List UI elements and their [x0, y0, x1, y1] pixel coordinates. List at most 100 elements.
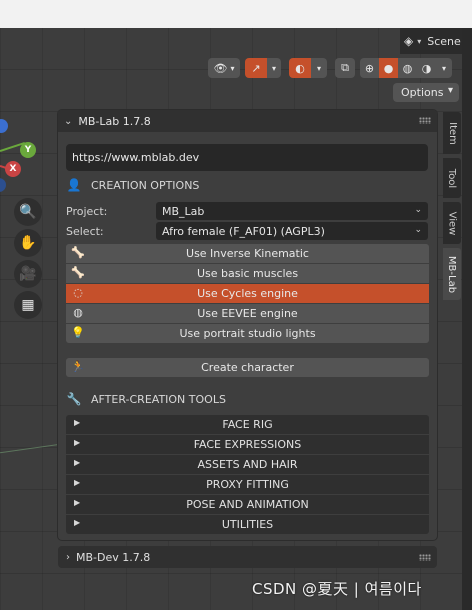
tab-view-label: View [446, 211, 458, 235]
shading-solid[interactable]: ● [379, 58, 398, 78]
select-value: Afro female (F_AF01) (AGPL3) [162, 224, 325, 238]
viewport-navigation-tools: 🔍 ✋ 🎥 ▦ [14, 198, 42, 322]
second-panel-title: MB-Dev 1.7.8 [76, 550, 151, 564]
toggle-cycles-engine[interactable]: ◌ Use Cycles engine [66, 284, 429, 303]
material-preview-icon: ◍ [402, 61, 413, 75]
ortho-toggle-button[interactable]: ▦ [14, 291, 42, 319]
rendered-icon: ◑ [421, 61, 432, 75]
gizmo-toggle[interactable]: ↗ [245, 58, 267, 78]
toggle-label: Use EEVEE engine [197, 307, 298, 320]
subpanel-pose-and-animation[interactable]: ▶ POSE AND ANIMATION [66, 495, 429, 514]
zoom-icon: 🔍 [19, 204, 37, 220]
subpanel-face-expressions[interactable]: ▶ FACE EXPRESSIONS [66, 435, 429, 454]
chevron-down-icon: ▾ [417, 36, 422, 46]
triangle-right-icon: ▶ [74, 438, 81, 447]
tab-mb-lab-label: MB-Lab [446, 255, 458, 293]
window-top-strip [0, 0, 472, 28]
project-value: MB_Lab [162, 204, 205, 218]
triangle-right-icon: ▶ [74, 478, 81, 487]
creation-options-label: CREATION OPTIONS [91, 178, 200, 192]
triangle-right-icon: ▶ [74, 418, 81, 427]
toggle-basic-muscles[interactable]: 🦴 Use basic muscles [66, 264, 429, 283]
solid-shading-icon: ● [383, 61, 394, 75]
tab-view[interactable]: View [443, 202, 461, 244]
shading-wireframe[interactable]: ⊕ [360, 58, 379, 78]
triangle-right-icon: ▶ [74, 498, 81, 507]
mbdev-panel-header[interactable]: › MB-Dev 1.7.8 [58, 546, 437, 568]
chevron-down-icon: ▾ [447, 85, 453, 96]
subpanel-face-rig[interactable]: ▶ FACE RIG [66, 415, 429, 434]
bone-icon: 🦴 [71, 246, 85, 259]
create-character-label: Create character [201, 361, 294, 374]
toggle-label: Use Inverse Kinematic [186, 247, 309, 260]
gizmo-x-label[interactable]: X [5, 161, 21, 177]
chevron-down-icon: ▾ [316, 63, 321, 73]
pan-button[interactable]: ✋ [14, 229, 42, 257]
chevron-down-icon: ⌄ [414, 205, 422, 215]
chevron-down-icon: ▾ [441, 63, 446, 73]
overlays-dropdown[interactable]: ▾ [311, 58, 327, 78]
wrench-icon: 🔧 [66, 392, 82, 406]
toggle-label: Use basic muscles [196, 267, 299, 280]
scene-icon: ◈ [404, 34, 414, 48]
create-character-group: 🏃 Create character [66, 358, 429, 378]
create-character-button[interactable]: 🏃 Create character [66, 358, 429, 377]
subpanel-label: PROXY FITTING [206, 478, 289, 491]
visibility-toggle[interactable]: 👁 ▾ [208, 58, 240, 78]
overlays-toggle[interactable]: ◐ [289, 58, 311, 78]
chevron-down-icon: ▾ [230, 63, 235, 73]
project-dropdown[interactable]: MB_Lab ⌄ [156, 202, 428, 220]
panel-title: MB-Lab 1.7.8 [78, 114, 151, 128]
drag-grip-icon[interactable] [419, 117, 431, 124]
overlays-icon: ◐ [295, 61, 305, 75]
subpanel-proxy-fitting[interactable]: ▶ PROXY FITTING [66, 475, 429, 494]
subpanel-label: FACE RIG [222, 418, 273, 431]
mblab-panel-header[interactable]: ⌄ MB-Lab 1.7.8 [58, 110, 437, 132]
options-button[interactable]: Options ▾ [393, 83, 459, 102]
add-person-icon: 👤 [66, 178, 82, 192]
cycles-render-icon: ◌ [73, 286, 83, 299]
website-url[interactable]: https://www.mblab.dev [66, 144, 428, 171]
gizmo-dropdown[interactable]: ▾ [267, 58, 281, 78]
sidebar-tab-strip [462, 28, 472, 610]
toggle-inverse-kinematic[interactable]: 🦴 Use Inverse Kinematic [66, 244, 429, 263]
toggle-label: Use Cycles engine [197, 287, 298, 300]
xray-toggle[interactable]: ⧉ [335, 58, 355, 78]
tab-tool[interactable]: Tool [443, 158, 461, 198]
scene-label: Scene [427, 34, 461, 48]
creation-options-heading: 👤 CREATION OPTIONS [66, 178, 200, 192]
wireframe-icon: ⊕ [364, 61, 375, 75]
tab-item[interactable]: Item [443, 112, 461, 154]
chevron-down-icon: ⌄ [414, 225, 422, 235]
chevron-down-icon: ▾ [271, 63, 276, 73]
after-creation-heading: 🔧 AFTER-CREATION TOOLS [66, 392, 226, 406]
toggle-label: Use portrait studio lights [179, 327, 316, 340]
hand-pan-icon: ✋ [19, 235, 37, 251]
shading-rendered[interactable]: ◑ [417, 58, 436, 78]
camera-view-button[interactable]: 🎥 [14, 260, 42, 288]
chevron-right-icon: › [66, 551, 70, 563]
select-label: Select: [66, 225, 104, 238]
triangle-right-icon: ▶ [74, 458, 81, 467]
tab-tool-label: Tool [446, 168, 458, 188]
subpanel-assets-and-hair[interactable]: ▶ ASSETS AND HAIR [66, 455, 429, 474]
tab-mb-lab[interactable]: MB-Lab [443, 248, 461, 300]
shading-material[interactable]: ◍ [398, 58, 417, 78]
watermark-text: CSDN @夏天 | 여름이다 [252, 580, 422, 598]
xray-icon: ⧉ [341, 61, 349, 74]
shading-dropdown[interactable]: ▾ [436, 58, 452, 78]
after-creation-label: AFTER-CREATION TOOLS [91, 392, 226, 406]
character-select-dropdown[interactable]: Afro female (F_AF01) (AGPL3) ⌄ [156, 222, 428, 240]
subpanel-label: ASSETS AND HAIR [197, 458, 298, 471]
gizmo-y-label[interactable]: Y [20, 142, 36, 158]
toggle-portrait-lights[interactable]: 💡 Use portrait studio lights [66, 324, 429, 343]
gizmo-icon: ↗ [251, 61, 261, 75]
subpanel-label: FACE EXPRESSIONS [193, 438, 302, 451]
camera-icon: 🎥 [19, 266, 37, 282]
toggle-eevee-engine[interactable]: ◍ Use EEVEE engine [66, 304, 429, 323]
zoom-button[interactable]: 🔍 [14, 198, 42, 226]
subpanel-utilities[interactable]: ▶ UTILITIES [66, 515, 429, 534]
mblab-panel: ⌄ MB-Lab 1.7.8 https://www.mblab.dev 👤 C… [58, 110, 437, 540]
drag-grip-icon[interactable] [419, 554, 431, 561]
tab-item-label: Item [446, 121, 458, 145]
